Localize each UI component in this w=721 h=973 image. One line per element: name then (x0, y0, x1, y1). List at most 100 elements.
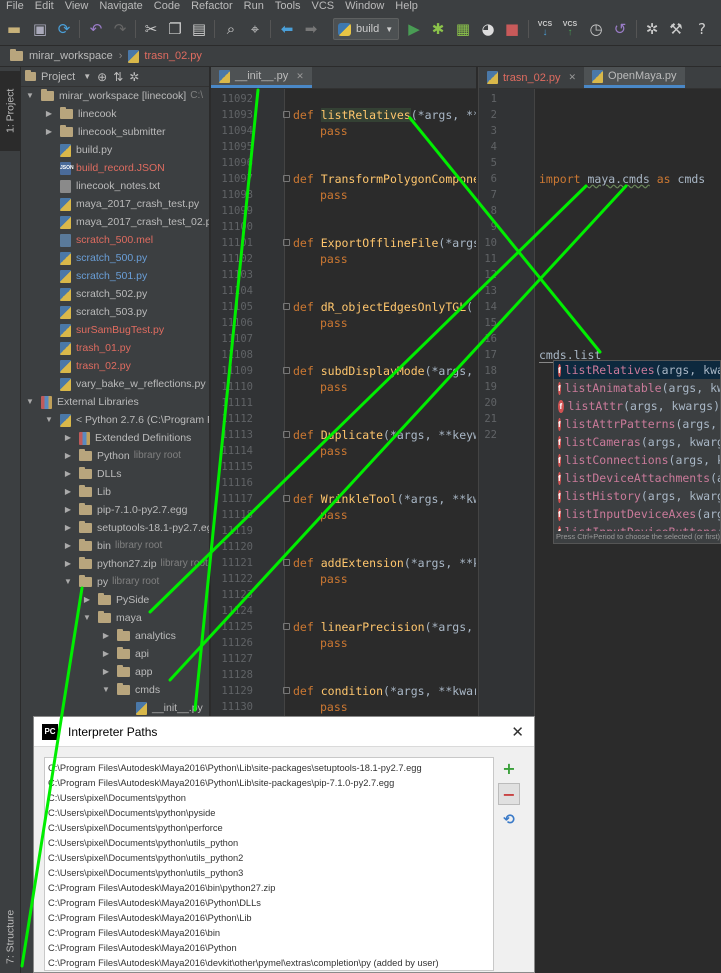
debug-icon[interactable]: ✱ (428, 19, 448, 39)
reload-paths-icon[interactable]: ⟲ (498, 809, 520, 831)
interpreter-path-item[interactable]: C:\Users\pixel\Documents\python\perforce (45, 821, 493, 836)
tree-item[interactable]: trash_01.py (21, 339, 131, 357)
copy-icon[interactable]: ❐ (165, 19, 185, 39)
tree-item[interactable]: ▶ analytics (21, 627, 176, 645)
replace-icon[interactable]: ⌖ (245, 19, 265, 39)
collapsed-arrow-icon[interactable]: ▶ (63, 519, 73, 537)
forward-icon[interactable]: ➡ (301, 19, 321, 39)
menu-file[interactable]: File (0, 0, 29, 12)
interpreter-path-item[interactable]: C:\Users\pixel\Documents\python\utils_py… (45, 851, 493, 866)
interpreter-path-item[interactable]: C:\Users\pixel\Documents\python\utils_py… (45, 866, 493, 881)
menu-view[interactable]: View (59, 0, 94, 12)
menu-vcs[interactable]: VCS (306, 0, 340, 12)
tab-trasn-02-py[interactable]: trasn_02.py ✕ (479, 67, 585, 88)
tree-item[interactable]: ▶ linecook (21, 105, 117, 123)
completion-item[interactable]: flistRelatives(args, kwargs) (554, 361, 720, 379)
fold-marker-icon[interactable] (283, 431, 290, 438)
completion-item[interactable]: flistHistory(args, kwargs) (554, 487, 720, 505)
stop-icon[interactable]: ■ (502, 19, 522, 39)
interpreter-path-item[interactable]: C:\Program Files\Autodesk\Maya2016\bin (45, 926, 493, 941)
tree-item[interactable]: scratch_501.py (21, 267, 147, 285)
menu-refactor[interactable]: Refactor (185, 0, 238, 12)
back-icon[interactable]: ⬅ (277, 19, 297, 39)
collapsed-arrow-icon[interactable]: ▶ (63, 555, 73, 573)
interpreter-path-item[interactable]: C:\Program Files\Autodesk\Maya2016\Pytho… (45, 896, 493, 911)
interpreter-path-item[interactable]: C:\Program Files\Autodesk\Maya2016\Pytho… (45, 941, 493, 956)
menu-help[interactable]: Help (389, 0, 423, 12)
expanded-arrow-icon[interactable]: ▼ (25, 87, 35, 105)
close-icon[interactable]: ✕ (568, 72, 576, 83)
tree-item[interactable]: vary_bake_w_reflections.py (21, 375, 206, 393)
tree-item[interactable]: ▶ Lib (21, 483, 111, 501)
tree-item[interactable]: ▼ cmds (21, 681, 160, 699)
tree-item[interactable]: ▶ setuptools-18.1-py2.7.egg (21, 519, 209, 537)
collapsed-arrow-icon[interactable]: ▶ (63, 465, 73, 483)
undo-icon[interactable]: ↶ (86, 19, 106, 39)
fold-marker-icon[interactable] (283, 175, 290, 182)
tree-item[interactable]: maya_2017_crash_test_02.py (21, 213, 209, 231)
remove-path-icon[interactable]: − (498, 783, 520, 805)
menu-window[interactable]: Window (339, 0, 389, 12)
tree-item[interactable]: ▼ < Python 2.7.6 (C:\Program Files\Autode… (21, 411, 209, 429)
chevron-down-icon[interactable]: ▼ (83, 72, 91, 81)
tree-item[interactable]: ▶ DLLs (21, 465, 122, 483)
fold-marker-icon[interactable] (283, 623, 290, 630)
expanded-arrow-icon[interactable]: ▼ (63, 573, 73, 591)
completion-item[interactable]: flistAttrPatterns(args, kwargs) (554, 415, 720, 433)
open-folder-icon[interactable]: ▬ (4, 19, 24, 39)
tab-openmaya-py[interactable]: OpenMaya.py (584, 67, 685, 88)
help-icon[interactable]: ? (692, 19, 712, 39)
interpreter-path-item[interactable]: C:\Program Files\Autodesk\Maya2016\Pytho… (45, 761, 493, 776)
collapsed-arrow-icon[interactable]: ▶ (63, 429, 73, 447)
tree-item[interactable]: ▶ pip-7.1.0-py2.7.egg (21, 501, 187, 519)
sdk-settings-icon[interactable]: ⚒ (666, 19, 686, 39)
collapsed-arrow-icon[interactable]: ▶ (63, 447, 73, 465)
tree-item[interactable]: ▶ Extended Definitions (21, 429, 191, 447)
profile-icon[interactable]: ◕ (478, 19, 498, 39)
collapsed-arrow-icon[interactable]: ▶ (44, 123, 54, 141)
expanded-arrow-icon[interactable]: ▼ (101, 681, 111, 699)
project-tool-tab[interactable]: 1: Project (0, 71, 21, 151)
tree-item[interactable]: linecook_notes.txt (21, 177, 160, 195)
fold-marker-icon[interactable] (283, 239, 290, 246)
close-icon[interactable]: ✕ (296, 71, 304, 82)
collapsed-arrow-icon[interactable]: ▶ (44, 105, 54, 123)
close-icon[interactable]: ✕ (511, 723, 524, 741)
menu-run[interactable]: Run (238, 0, 269, 12)
completion-item[interactable]: flistInputDeviceAxes(args, kwargs) (554, 505, 720, 523)
collapsed-arrow-icon[interactable]: ▶ (82, 591, 92, 609)
tree-item[interactable]: scratch_502.py (21, 285, 147, 303)
completion-item[interactable]: flistDeviceAttachments(args, kwargs) (554, 469, 720, 487)
scroll-from-source-icon[interactable]: ⊕ (97, 70, 107, 84)
sync-icon[interactable]: ⟳ (54, 19, 74, 39)
menu-code[interactable]: Code (148, 0, 185, 12)
collapsed-arrow-icon[interactable]: ▶ (63, 483, 73, 501)
vcs-commit-icon[interactable]: VCS ↑ (560, 19, 580, 39)
interpreter-path-list[interactable]: C:\Program Files\Autodesk\Maya2016\Pytho… (44, 757, 494, 971)
tree-item[interactable]: ▶ api (21, 645, 149, 663)
tree-item[interactable]: ▶ Python library root (21, 447, 181, 465)
tree-item[interactable]: ▶ linecook_submitter (21, 123, 166, 141)
interpreter-path-item[interactable]: C:\Users\pixel\Documents\python (45, 791, 493, 806)
collapsed-arrow-icon[interactable]: ▶ (101, 645, 111, 663)
tree-item[interactable]: build.py (21, 141, 112, 159)
completion-item[interactable]: flistAnimatable(args, kwargs) (554, 379, 720, 397)
tree-item[interactable]: ▼ py library root (21, 573, 159, 591)
fold-marker-icon[interactable] (283, 367, 290, 374)
fold-marker-icon[interactable] (283, 111, 290, 118)
settings-icon[interactable]: ✲ (642, 19, 662, 39)
history-icon[interactable]: ◷ (586, 19, 606, 39)
tree-item[interactable]: scratch_503.py (21, 303, 147, 321)
add-path-icon[interactable]: + (498, 757, 520, 779)
cut-icon[interactable]: ✂ (141, 19, 161, 39)
coverage-icon[interactable]: ▦ (453, 19, 473, 39)
settings-icon[interactable]: ✲ (129, 70, 139, 84)
tree-item[interactable]: maya_2017_crash_test.py (21, 195, 199, 213)
run-icon[interactable]: ▶ (404, 19, 424, 39)
interpreter-path-item[interactable]: C:\Program Files\Autodesk\Maya2016\Pytho… (45, 776, 493, 791)
tab-init-py[interactable]: __init__.py ✕ (211, 67, 312, 88)
menu-edit[interactable]: Edit (29, 0, 59, 12)
menu-tools[interactable]: Tools (269, 0, 306, 12)
project-view-select[interactable]: Project (41, 71, 75, 83)
expanded-arrow-icon[interactable]: ▼ (25, 393, 35, 411)
